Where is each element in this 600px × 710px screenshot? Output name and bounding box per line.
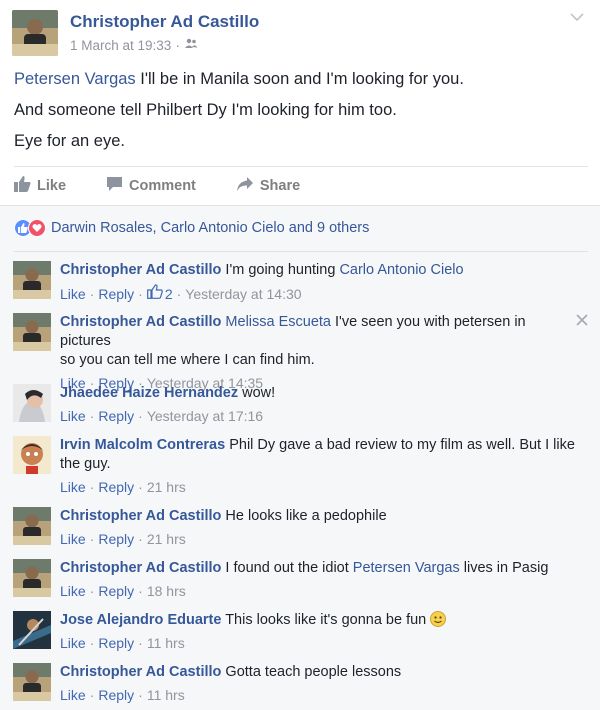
comment-text-line: the guy.: [60, 456, 111, 472]
comment-like-count[interactable]: 2: [165, 285, 173, 304]
smile-emoji-icon: [430, 611, 447, 627]
share-label: Share: [259, 178, 301, 194]
comment-time[interactable]: 21 hrs: [147, 478, 186, 497]
post-author-name[interactable]: Christopher Ad Castillo: [70, 12, 259, 32]
comment-time[interactable]: Yesterday at 17:16: [147, 407, 263, 426]
commenter-avatar[interactable]: [13, 507, 51, 545]
comment-time[interactable]: 18 hrs: [147, 582, 186, 601]
commenter-avatar[interactable]: [13, 313, 51, 351]
commenter-avatar[interactable]: [13, 559, 51, 597]
comment-body: Christopher Ad Castillo Gotta teach peop…: [60, 663, 580, 705]
comment-author[interactable]: Christopher Ad Castillo: [60, 560, 221, 576]
love-reaction-icon: [28, 219, 46, 237]
comment-reply-link[interactable]: Reply: [98, 478, 134, 497]
comment-icon: [106, 176, 123, 196]
comment-text: Christopher Ad Castillo I found out the …: [60, 560, 549, 576]
comment-author[interactable]: Jhaedee Haize Hernandez: [60, 385, 238, 401]
post-timestamp[interactable]: 1 March at 19:33: [70, 38, 171, 53]
comment-text-line: so you can tell me where I can find him.: [60, 352, 315, 368]
thumbs-up-icon: [14, 176, 31, 196]
comment-author[interactable]: Jose Alejandro Eduarte: [60, 612, 221, 628]
comment-text: Jhaedee Haize Hernandez wow!: [60, 385, 276, 401]
divider: [14, 166, 588, 167]
comment-like-link[interactable]: Like: [60, 478, 86, 497]
post-line: Eye for an eye.: [14, 132, 125, 150]
comment-button[interactable]: Comment: [106, 176, 196, 196]
action-bar: Like Comment Share: [14, 174, 340, 198]
comment-like-link[interactable]: Like: [60, 582, 86, 601]
comment-reply-link[interactable]: Reply: [98, 407, 134, 426]
commenter-avatar[interactable]: [13, 261, 51, 299]
comment-author[interactable]: Christopher Ad Castillo: [60, 508, 221, 524]
comment-body: Irvin Malcolm Contreras Phil Dy gave a b…: [60, 436, 580, 497]
mention-link[interactable]: Petersen Vargas: [353, 560, 460, 576]
comment-body: Jhaedee Haize Hernandez wow! Like · Reply…: [60, 384, 580, 426]
comment-author[interactable]: Christopher Ad Castillo: [60, 314, 221, 330]
comment-body: Christopher Ad Castillo I'm going huntin…: [60, 261, 580, 304]
mention-link[interactable]: Carlo Antonio Cielo: [339, 262, 463, 278]
comment-body: Christopher Ad Castillo Melissa Escueta …: [60, 313, 580, 393]
comment-text: Christopher Ad Castillo Melissa Escueta …: [60, 314, 526, 349]
comment-meta: Like · Reply · 21 hrs: [60, 530, 186, 549]
comment-text: Christopher Ad Castillo Gotta teach peop…: [60, 664, 402, 680]
comment-meta: Like · Reply · Yesterday at 17:16: [60, 407, 264, 426]
share-icon: [236, 176, 254, 196]
chevron-down-icon[interactable]: [568, 10, 586, 24]
comment-text: Christopher Ad Castillo I'm going huntin…: [60, 262, 464, 278]
reactions-summary[interactable]: Darwin Rosales, Carlo Antonio Cielo and …: [14, 219, 369, 237]
comment-text: Irvin Malcolm Contreras Phil Dy gave a b…: [60, 437, 575, 453]
comment-body: Christopher Ad Castillo He looks like a …: [60, 507, 580, 549]
comment-time[interactable]: Yesterday at 14:30: [185, 285, 301, 304]
commenter-avatar[interactable]: [13, 663, 51, 701]
thumbs-up-outline-icon: [146, 284, 163, 304]
author-avatar[interactable]: [12, 10, 58, 56]
comment-like-link[interactable]: Like: [60, 285, 86, 304]
comment-body: Christopher Ad Castillo I found out the …: [60, 559, 580, 601]
comment-reply-link[interactable]: Reply: [98, 582, 134, 601]
facebook-post: Christopher Ad Castillo 1 March at 19:33…: [0, 0, 600, 710]
mention-link[interactable]: Petersen Vargas: [14, 70, 136, 88]
comment-label: Comment: [129, 178, 196, 194]
comment-meta: Like · Reply · 11 hrs: [60, 634, 185, 653]
comment-text: Christopher Ad Castillo He looks like a …: [60, 508, 387, 524]
mention-link[interactable]: Melissa Escueta: [225, 314, 331, 330]
comment-reply-link[interactable]: Reply: [98, 530, 134, 549]
post-meta: 1 March at 19:33 ·: [70, 38, 198, 53]
commenter-avatar[interactable]: [13, 436, 51, 474]
commenter-avatar[interactable]: [13, 384, 51, 422]
comment-meta: Like · Reply · 11 hrs: [60, 686, 185, 705]
comment-text: Jose Alejandro Eduarte This looks like i…: [60, 611, 580, 630]
comment-like-link[interactable]: Like: [60, 686, 86, 705]
comment-reply-link[interactable]: Reply: [98, 285, 134, 304]
like-label: Like: [37, 178, 67, 194]
comment-author[interactable]: Christopher Ad Castillo: [60, 664, 221, 680]
like-button[interactable]: Like: [14, 176, 66, 196]
comment-body: Jose Alejandro Eduarte This looks like i…: [60, 611, 580, 653]
close-icon[interactable]: [576, 313, 588, 326]
comment-time[interactable]: 21 hrs: [147, 530, 186, 549]
post-line: And someone tell Philbert Dy I'm looking…: [14, 101, 397, 119]
commenter-avatar[interactable]: [13, 611, 51, 649]
meta-separator: ·: [175, 38, 180, 53]
comment-author[interactable]: Irvin Malcolm Contreras: [60, 437, 225, 453]
comment-reply-link[interactable]: Reply: [98, 634, 134, 653]
comment-reply-link[interactable]: Reply: [98, 686, 134, 705]
comment-meta: Like · Reply · 2 · Yesterday at 14:30: [60, 284, 580, 304]
comment-meta: Like · Reply · 21 hrs: [60, 478, 186, 497]
comments-section: Darwin Rosales, Carlo Antonio Cielo and …: [0, 205, 600, 710]
comment-author[interactable]: Christopher Ad Castillo: [60, 262, 221, 278]
comment-meta: Like · Reply · 18 hrs: [60, 582, 186, 601]
comment-like-link[interactable]: Like: [60, 634, 86, 653]
share-button[interactable]: Share: [236, 176, 300, 196]
comment-time[interactable]: 11 hrs: [147, 634, 185, 653]
divider: [14, 251, 588, 252]
friends-icon[interactable]: [184, 38, 198, 53]
post-line: Petersen Vargas I'll be in Manila soon a…: [14, 70, 464, 88]
comment-time[interactable]: 11 hrs: [147, 686, 185, 705]
comment-like-link[interactable]: Like: [60, 407, 86, 426]
comment-like-link[interactable]: Like: [60, 530, 86, 549]
reactions-names: Darwin Rosales, Carlo Antonio Cielo and …: [51, 220, 370, 236]
